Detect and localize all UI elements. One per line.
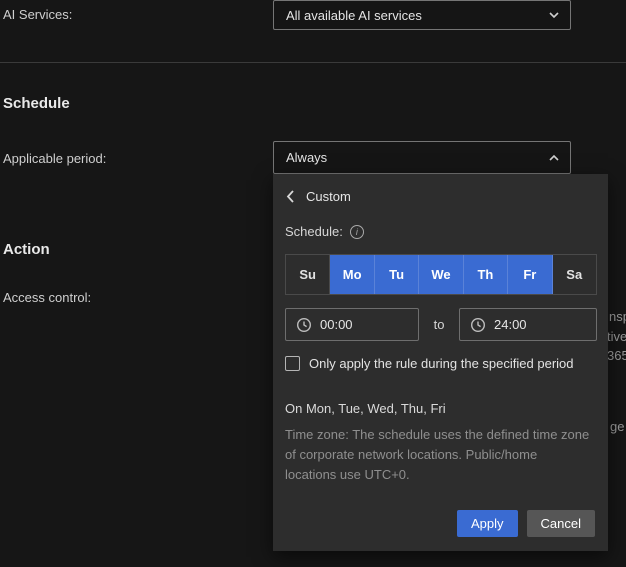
schedule-label: Schedule: — [285, 224, 343, 239]
section-divider — [0, 62, 626, 63]
action-heading: Action — [3, 241, 50, 258]
ai-services-label: AI Services: — [3, 7, 72, 22]
background-fragment: ge — [610, 419, 624, 434]
back-label: Custom — [306, 189, 351, 204]
to-label: to — [419, 317, 459, 332]
time-from-input[interactable]: 00:00 — [285, 308, 419, 341]
day-sa[interactable]: Sa — [553, 255, 596, 294]
chevron-down-icon — [548, 9, 560, 21]
time-from-value: 00:00 — [320, 317, 353, 332]
specified-period-checkbox[interactable] — [285, 356, 300, 371]
applicable-period-select[interactable]: Always — [273, 141, 571, 174]
access-control-label: Access control: — [3, 290, 91, 305]
timezone-note: Time zone: The schedule uses the defined… — [285, 425, 591, 485]
background-fragment: tive — [607, 329, 626, 344]
clock-icon — [470, 317, 486, 333]
applicable-period-label: Applicable period: — [3, 151, 106, 166]
day-tu[interactable]: Tu — [375, 255, 419, 294]
clock-icon — [296, 317, 312, 333]
applicable-period-value: Always — [286, 150, 548, 165]
apply-button[interactable]: Apply — [457, 510, 518, 537]
specified-period-checkbox-label: Only apply the rule during the specified… — [309, 356, 574, 371]
background-fragment: nsp — [609, 309, 626, 324]
cancel-button[interactable]: Cancel — [527, 510, 595, 537]
schedule-summary: On Mon, Tue, Wed, Thu, Fri — [285, 401, 446, 416]
chevron-left-icon — [285, 189, 296, 204]
ai-services-value: All available AI services — [286, 8, 548, 23]
day-su[interactable]: Su — [286, 255, 330, 294]
time-to-value: 24:00 — [494, 317, 527, 332]
background-fragment: 365 — [607, 348, 626, 363]
ai-services-select[interactable]: All available AI services — [273, 0, 571, 30]
back-button[interactable]: Custom — [285, 189, 351, 204]
time-to-input[interactable]: 24:00 — [459, 308, 597, 341]
day-th[interactable]: Th — [464, 255, 508, 294]
chevron-up-icon — [548, 152, 560, 164]
schedule-heading: Schedule — [3, 95, 70, 112]
day-selector: Su Mo Tu We Th Fr Sa — [285, 254, 597, 295]
day-fr[interactable]: Fr — [508, 255, 552, 294]
schedule-popover: Custom Schedule: i Su Mo Tu We Th Fr Sa … — [273, 174, 608, 551]
info-icon[interactable]: i — [350, 225, 364, 239]
day-mo[interactable]: Mo — [330, 255, 374, 294]
day-we[interactable]: We — [419, 255, 463, 294]
